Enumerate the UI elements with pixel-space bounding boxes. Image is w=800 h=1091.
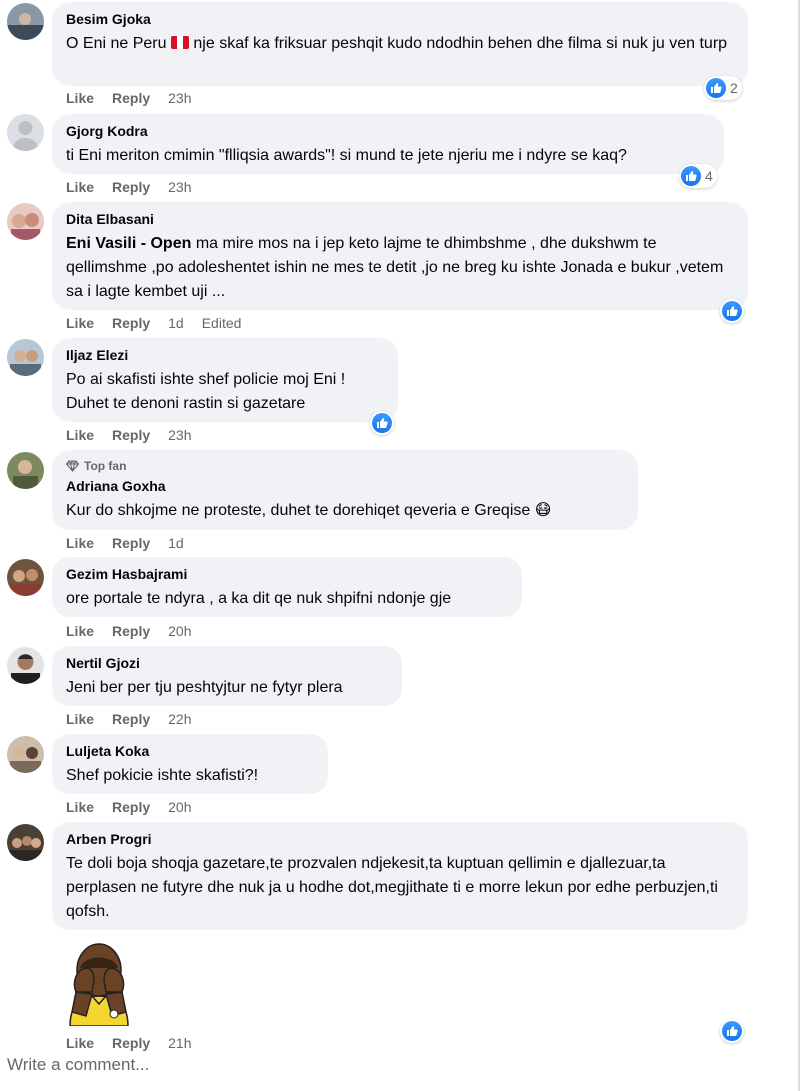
timestamp[interactable]: 22h	[168, 710, 191, 728]
avatar[interactable]	[7, 339, 44, 376]
reply-button[interactable]: Reply	[112, 314, 150, 332]
avatar[interactable]	[7, 452, 44, 489]
comment-text-part: O Eni ne Peru	[66, 35, 171, 52]
avatar[interactable]	[7, 559, 44, 596]
like-button[interactable]: Like	[66, 426, 94, 444]
comment-actions: Like Reply 21h	[66, 1034, 210, 1052]
reaction-count[interactable]: 2	[704, 76, 742, 100]
reply-button[interactable]: Reply	[112, 89, 150, 107]
reaction-number: 2	[730, 80, 738, 96]
comment-text: Shef pokicie ishte skafisti?!	[66, 767, 259, 784]
like-button[interactable]: Like	[66, 534, 94, 552]
like-button[interactable]: Like	[66, 178, 94, 196]
comment-actions: Like Reply 20h	[66, 622, 210, 640]
reaction-count[interactable]: 4	[679, 164, 717, 188]
comment-text: Po ai skafisti ishte shef policie moj En…	[66, 371, 346, 412]
thumbs-up-icon	[722, 301, 742, 321]
comment-bubble: Luljeta Koka Shef pokicie ishte skafisti…	[52, 734, 328, 794]
reaction-count[interactable]	[370, 411, 394, 435]
reply-button[interactable]: Reply	[112, 426, 150, 444]
comment-text: Kur do shkojme ne proteste, duhet te dor…	[66, 502, 552, 519]
peru-flag-icon	[170, 36, 189, 49]
comment-text: Jeni ber per tju peshtyjtur ne fytyr ple…	[66, 679, 343, 696]
comment-bubble: Top fan Adriana Goxha Kur do shkojme ne …	[52, 450, 638, 530]
timestamp[interactable]: 23h	[168, 178, 191, 196]
edited-label[interactable]: Edited	[202, 314, 242, 332]
timestamp[interactable]: 23h	[168, 89, 191, 107]
comment-actions: Like Reply 23h	[66, 426, 210, 444]
comment-bubble: Nertil Gjozi Jeni ber per tju peshtyjtur…	[52, 646, 402, 706]
comment-text: ti Eni meriton cmimin "flliqsia awards"!…	[66, 147, 627, 164]
thumbs-up-icon	[722, 1021, 742, 1041]
comment-actions: Like Reply 1d	[66, 534, 202, 552]
diamond-icon	[66, 460, 79, 472]
comment-author[interactable]: Dita Elbasani	[66, 210, 734, 228]
thumbs-up-icon	[372, 413, 392, 433]
comment-actions: Like Reply 1d Edited	[66, 314, 259, 332]
avatar[interactable]	[7, 824, 44, 861]
like-button[interactable]: Like	[66, 622, 94, 640]
like-button[interactable]: Like	[66, 89, 94, 107]
top-fan-badge: Top fan	[66, 458, 624, 474]
comment-author[interactable]: Iljaz Elezi	[66, 346, 384, 364]
avatar[interactable]	[7, 114, 44, 151]
comment-author[interactable]: Gjorg Kodra	[66, 122, 710, 140]
thumbs-up-icon	[706, 78, 726, 98]
avatar[interactable]	[7, 647, 44, 684]
timestamp[interactable]: 23h	[168, 426, 191, 444]
timestamp[interactable]: 20h	[168, 622, 191, 640]
comment-author[interactable]: Luljeta Koka	[66, 742, 314, 760]
avatar[interactable]	[7, 203, 44, 240]
comment-bubble: Gjorg Kodra ti Eni meriton cmimin "flliq…	[52, 114, 724, 174]
comment-bubble: Dita Elbasani Eni Vasili - Open ma mire …	[52, 202, 748, 310]
reaction-number: 4	[705, 168, 713, 184]
comment-actions: Like Reply 20h	[66, 798, 210, 816]
timestamp[interactable]: 20h	[168, 798, 191, 816]
comment-text: ore portale te ndyra , a ka dit qe nuk s…	[66, 590, 452, 607]
comment-author[interactable]: Gezim Hasbajrami	[66, 565, 508, 583]
comment-actions: Like Reply 23h	[66, 89, 210, 107]
write-comment-input[interactable]: Write a comment...	[7, 1055, 149, 1075]
reaction-count[interactable]	[720, 1019, 744, 1043]
comment-bubble: Arben Progri Te doli boja shoqja gazetar…	[52, 822, 748, 930]
comment-bubble: Iljaz Elezi Po ai skafisti ishte shef po…	[52, 338, 398, 422]
face-palm-sticker	[62, 930, 136, 1027]
comment-actions: Like Reply 23h	[66, 178, 210, 196]
like-button[interactable]: Like	[66, 1034, 94, 1052]
like-button[interactable]: Like	[66, 798, 94, 816]
like-button[interactable]: Like	[66, 314, 94, 332]
reply-button[interactable]: Reply	[112, 710, 150, 728]
comment-text-part: nje skaf ka friksuar peshqit kudo ndodhi…	[188, 35, 728, 52]
timestamp[interactable]: 21h	[168, 1034, 191, 1052]
timestamp[interactable]: 1d	[168, 314, 184, 332]
timestamp[interactable]: 1d	[168, 534, 184, 552]
comment-bubble: Besim Gjoka O Eni ne Peru nje skaf ka fr…	[52, 2, 748, 86]
comment-author[interactable]: Adriana Goxha	[66, 477, 624, 495]
comment-author[interactable]: Besim Gjoka	[66, 10, 734, 28]
reply-button[interactable]: Reply	[112, 534, 150, 552]
comment-text: Te doli boja shoqja gazetare,te prozvale…	[66, 855, 718, 920]
reply-button[interactable]: Reply	[112, 1034, 150, 1052]
comment-author[interactable]: Nertil Gjozi	[66, 654, 388, 672]
reply-button[interactable]: Reply	[112, 178, 150, 196]
comment-author[interactable]: Arben Progri	[66, 830, 734, 848]
thumbs-up-icon	[681, 166, 701, 186]
reaction-count[interactable]	[720, 299, 744, 323]
reply-button[interactable]: Reply	[112, 622, 150, 640]
reply-button[interactable]: Reply	[112, 798, 150, 816]
avatar[interactable]	[7, 736, 44, 773]
mention-link[interactable]: Eni Vasili - Open	[66, 235, 191, 252]
comment-bubble: Gezim Hasbajrami ore portale te ndyra , …	[52, 557, 522, 617]
top-fan-label: Top fan	[84, 459, 127, 473]
comment-text: Eni Vasili - Open ma mire mos na i jep k…	[66, 232, 734, 304]
comment-actions: Like Reply 22h	[66, 710, 210, 728]
like-button[interactable]: Like	[66, 710, 94, 728]
comment-text: O Eni ne Peru nje skaf ka friksuar peshq…	[66, 32, 734, 56]
avatar[interactable]	[7, 3, 44, 40]
